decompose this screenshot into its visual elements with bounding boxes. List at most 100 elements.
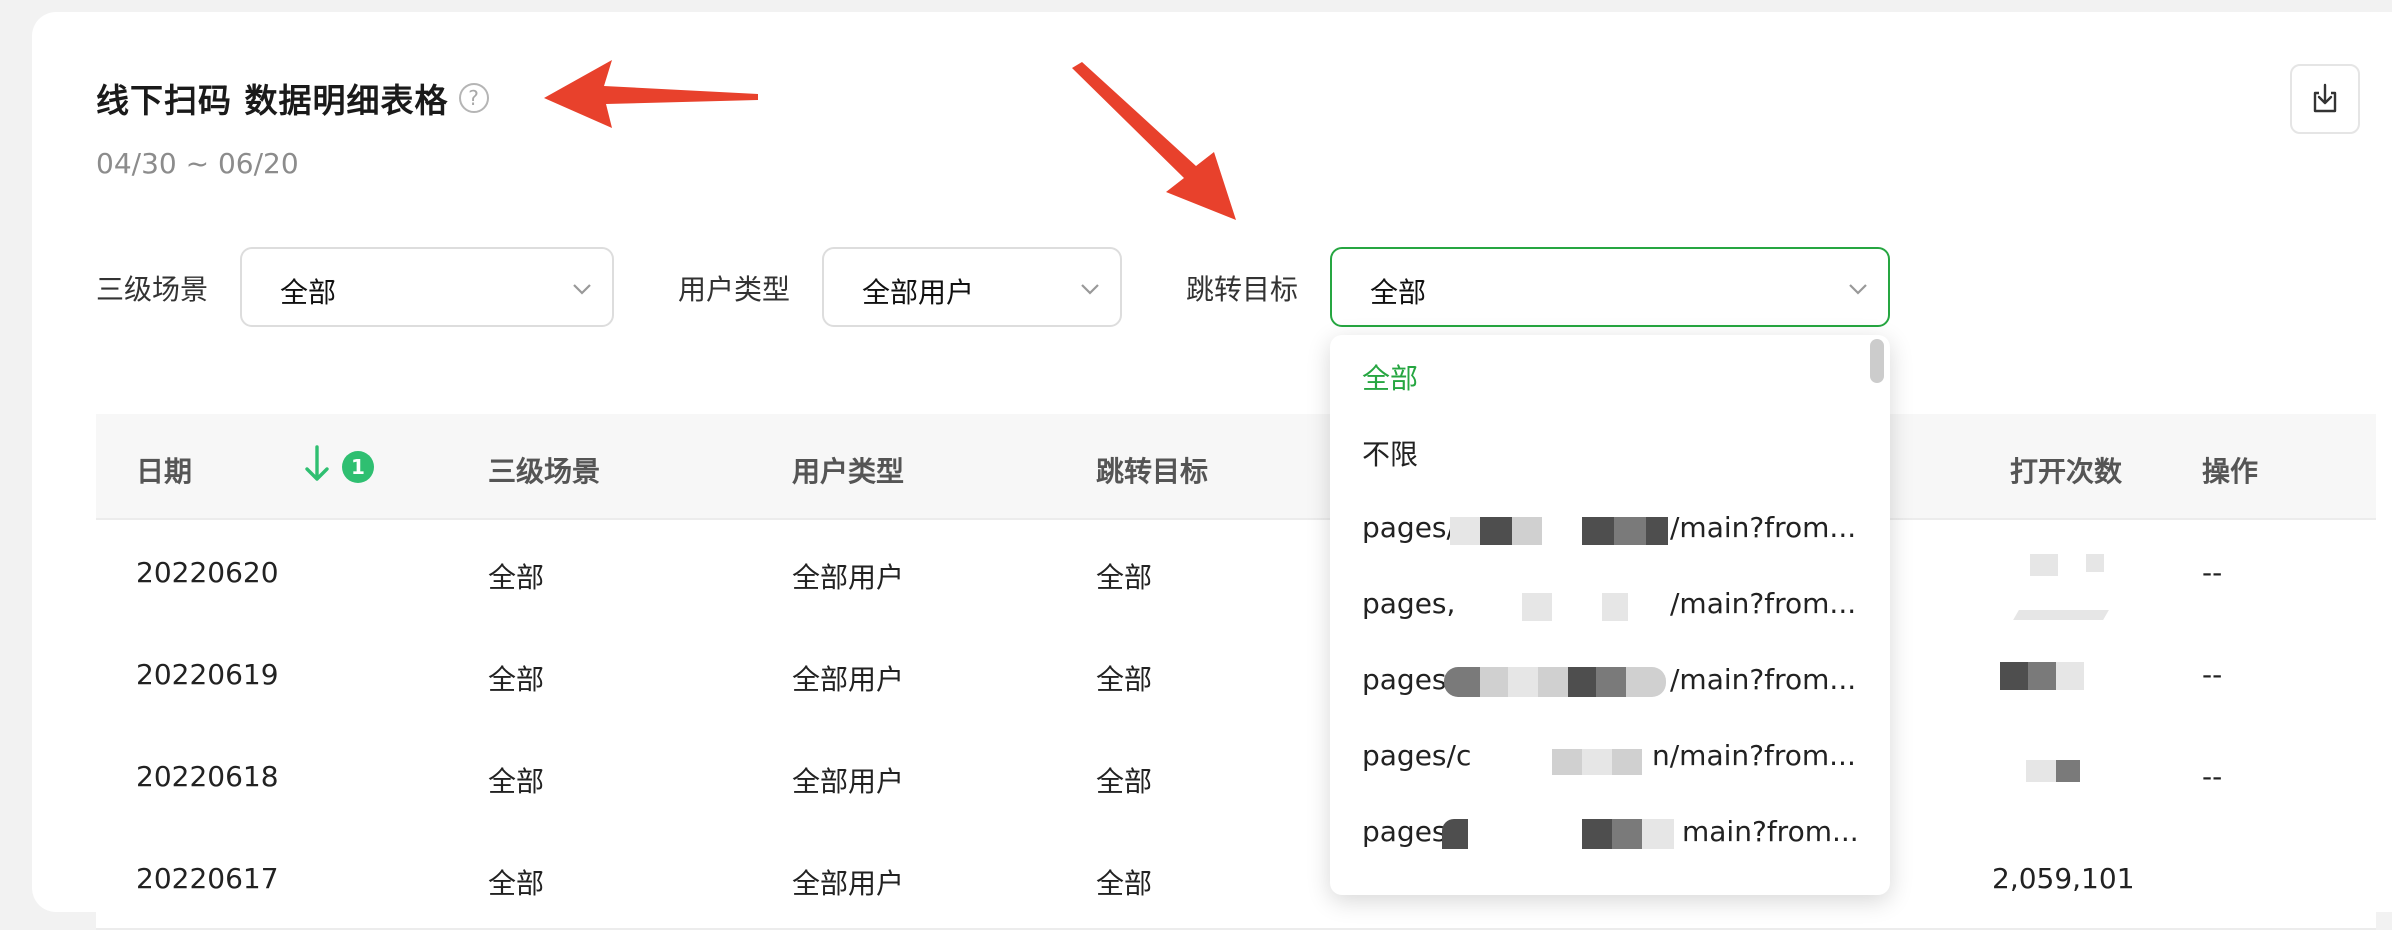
column-header-open-count: 打开次数 (2010, 455, 2123, 488)
column-header-target: 跳转目标 (1096, 455, 1209, 488)
cell-open-count: 2,059,101 (1992, 862, 2135, 895)
cell-date: 20220617 (136, 862, 279, 895)
cell-scene: 全部 (488, 765, 545, 798)
user-type-select[interactable]: 全部用户 (822, 247, 1122, 327)
redacted-path (1444, 667, 1480, 697)
cell-target: 全部 (1096, 663, 1153, 696)
redacted-value (2086, 554, 2104, 572)
sort-order-badge: 1 (342, 451, 374, 483)
redacted-value (2000, 662, 2028, 690)
table-row: 20220619 全部 全部用户 全部 -- (96, 610, 2376, 726)
redacted-path (1512, 517, 1542, 545)
dropdown-scrollbar[interactable] (1870, 339, 1884, 383)
cell-date: 20220618 (136, 760, 279, 793)
column-header-user-type: 用户类型 (792, 455, 905, 488)
redacted-path (1612, 749, 1642, 775)
option-label: 全部 (1362, 362, 1419, 395)
date-range: 04/30 ~ 06/20 (96, 147, 299, 180)
redacted-path (1614, 517, 1646, 545)
redacted-path (1602, 593, 1628, 621)
column-header-action: 操作 (2202, 455, 2259, 488)
chevron-down-icon (573, 284, 591, 295)
cell-user-type: 全部用户 (792, 561, 905, 594)
chevron-down-icon (1849, 284, 1867, 295)
redacted-path (1450, 517, 1480, 545)
option-prefix: pages/c (1362, 739, 1472, 772)
redacted-path (1480, 667, 1508, 697)
option-suffix: main?from... (1682, 815, 1859, 848)
title-row: 线下扫码 数据明细表格 ? (96, 74, 489, 122)
scene-select-value: 全部 (280, 276, 337, 309)
redacted-value (2056, 662, 2084, 690)
sort-descending-icon[interactable] (304, 444, 330, 484)
option-prefix: pages (1362, 815, 1447, 848)
cell-action: -- (2202, 556, 2223, 589)
option-prefix: pages (1362, 663, 1447, 696)
redacted-path (1626, 667, 1666, 697)
help-icon[interactable]: ? (458, 83, 489, 113)
target-select-value: 全部 (1370, 276, 1427, 309)
cell-action: -- (2202, 658, 2223, 691)
redacted-path (1538, 667, 1568, 697)
dropdown-option[interactable]: pages main?from... (1362, 815, 1862, 855)
target-dropdown-menu: 全部 不限 pages/ /main?from... pages, /main?… (1330, 335, 1890, 895)
page-title: 线下扫码 数据明细表格 (96, 81, 449, 120)
table-row: 20220620 全部 全部用户 全部 -- (96, 520, 2376, 624)
dropdown-option[interactable]: pages, /main?from... (1362, 587, 1862, 627)
redacted-path (1642, 819, 1674, 849)
filter-label-scene: 三级场景 (96, 273, 209, 306)
option-suffix: /main?from... (1670, 587, 1857, 620)
cell-date: 20220620 (136, 556, 279, 589)
cell-scene: 全部 (488, 663, 545, 696)
redacted-path (1442, 819, 1468, 849)
cell-date: 20220619 (136, 658, 279, 691)
dropdown-option[interactable]: pages /main?from... (1362, 663, 1862, 703)
cell-user-type: 全部用户 (792, 663, 905, 696)
cell-target: 全部 (1096, 561, 1153, 594)
column-header-date[interactable]: 日期 (136, 450, 192, 490)
redacted-path (1568, 667, 1596, 697)
user-type-select-value: 全部用户 (862, 276, 975, 309)
redacted-value (2030, 554, 2058, 576)
cell-scene: 全部 (488, 867, 545, 900)
table-row: 20220618 全部 全部用户 全部 -- (96, 724, 2376, 828)
redacted-path (1612, 819, 1642, 849)
option-label: 不限 (1362, 438, 1419, 471)
dropdown-option[interactable]: pages/c n/main?from... (1362, 739, 1862, 779)
redacted-path (1508, 667, 1538, 697)
redacted-path (1646, 517, 1668, 545)
dropdown-option-unlimited[interactable]: 不限 (1362, 433, 1418, 473)
filter-label-target: 跳转目标 (1186, 273, 1299, 306)
redacted-path (1596, 667, 1626, 697)
chevron-down-icon (1081, 284, 1099, 295)
option-prefix: pages/ (1362, 511, 1456, 544)
export-button[interactable] (2290, 64, 2360, 134)
option-suffix: n/main?from... (1652, 739, 1856, 772)
redacted-path (1582, 517, 1614, 545)
dropdown-option-all[interactable]: 全部 (1362, 357, 1418, 397)
redacted-path (1582, 819, 1612, 849)
redacted-value (2026, 760, 2056, 782)
table-header: 日期 1 三级场景 用户类型 跳转目标 打开次数 操作 (96, 414, 2376, 520)
annotation-arrow-left-icon (544, 60, 758, 128)
option-suffix: /main?from... (1670, 511, 1857, 544)
cell-action: -- (2202, 760, 2223, 793)
filter-label-user-type: 用户类型 (678, 273, 791, 306)
redacted-path (1522, 593, 1552, 621)
table-row: 20220617 全部 全部用户 全部 2,059,101 (96, 826, 2376, 930)
cell-target: 全部 (1096, 765, 1153, 798)
annotation-arrow-down-icon (1072, 62, 1236, 220)
cell-target: 全部 (1096, 867, 1153, 900)
target-select[interactable]: 全部 (1330, 247, 1890, 327)
cell-scene: 全部 (488, 561, 545, 594)
redacted-value (2028, 662, 2056, 690)
option-prefix: pages, (1362, 587, 1456, 620)
cell-user-type: 全部用户 (792, 765, 905, 798)
redacted-value (2056, 760, 2080, 782)
download-icon (2313, 83, 2337, 113)
option-suffix: /main?from... (1670, 663, 1857, 696)
dropdown-option[interactable]: pages/ /main?from... (1362, 511, 1862, 551)
redacted-path (1552, 749, 1582, 775)
scene-select[interactable]: 全部 (240, 247, 614, 327)
redacted-path (1480, 517, 1512, 545)
